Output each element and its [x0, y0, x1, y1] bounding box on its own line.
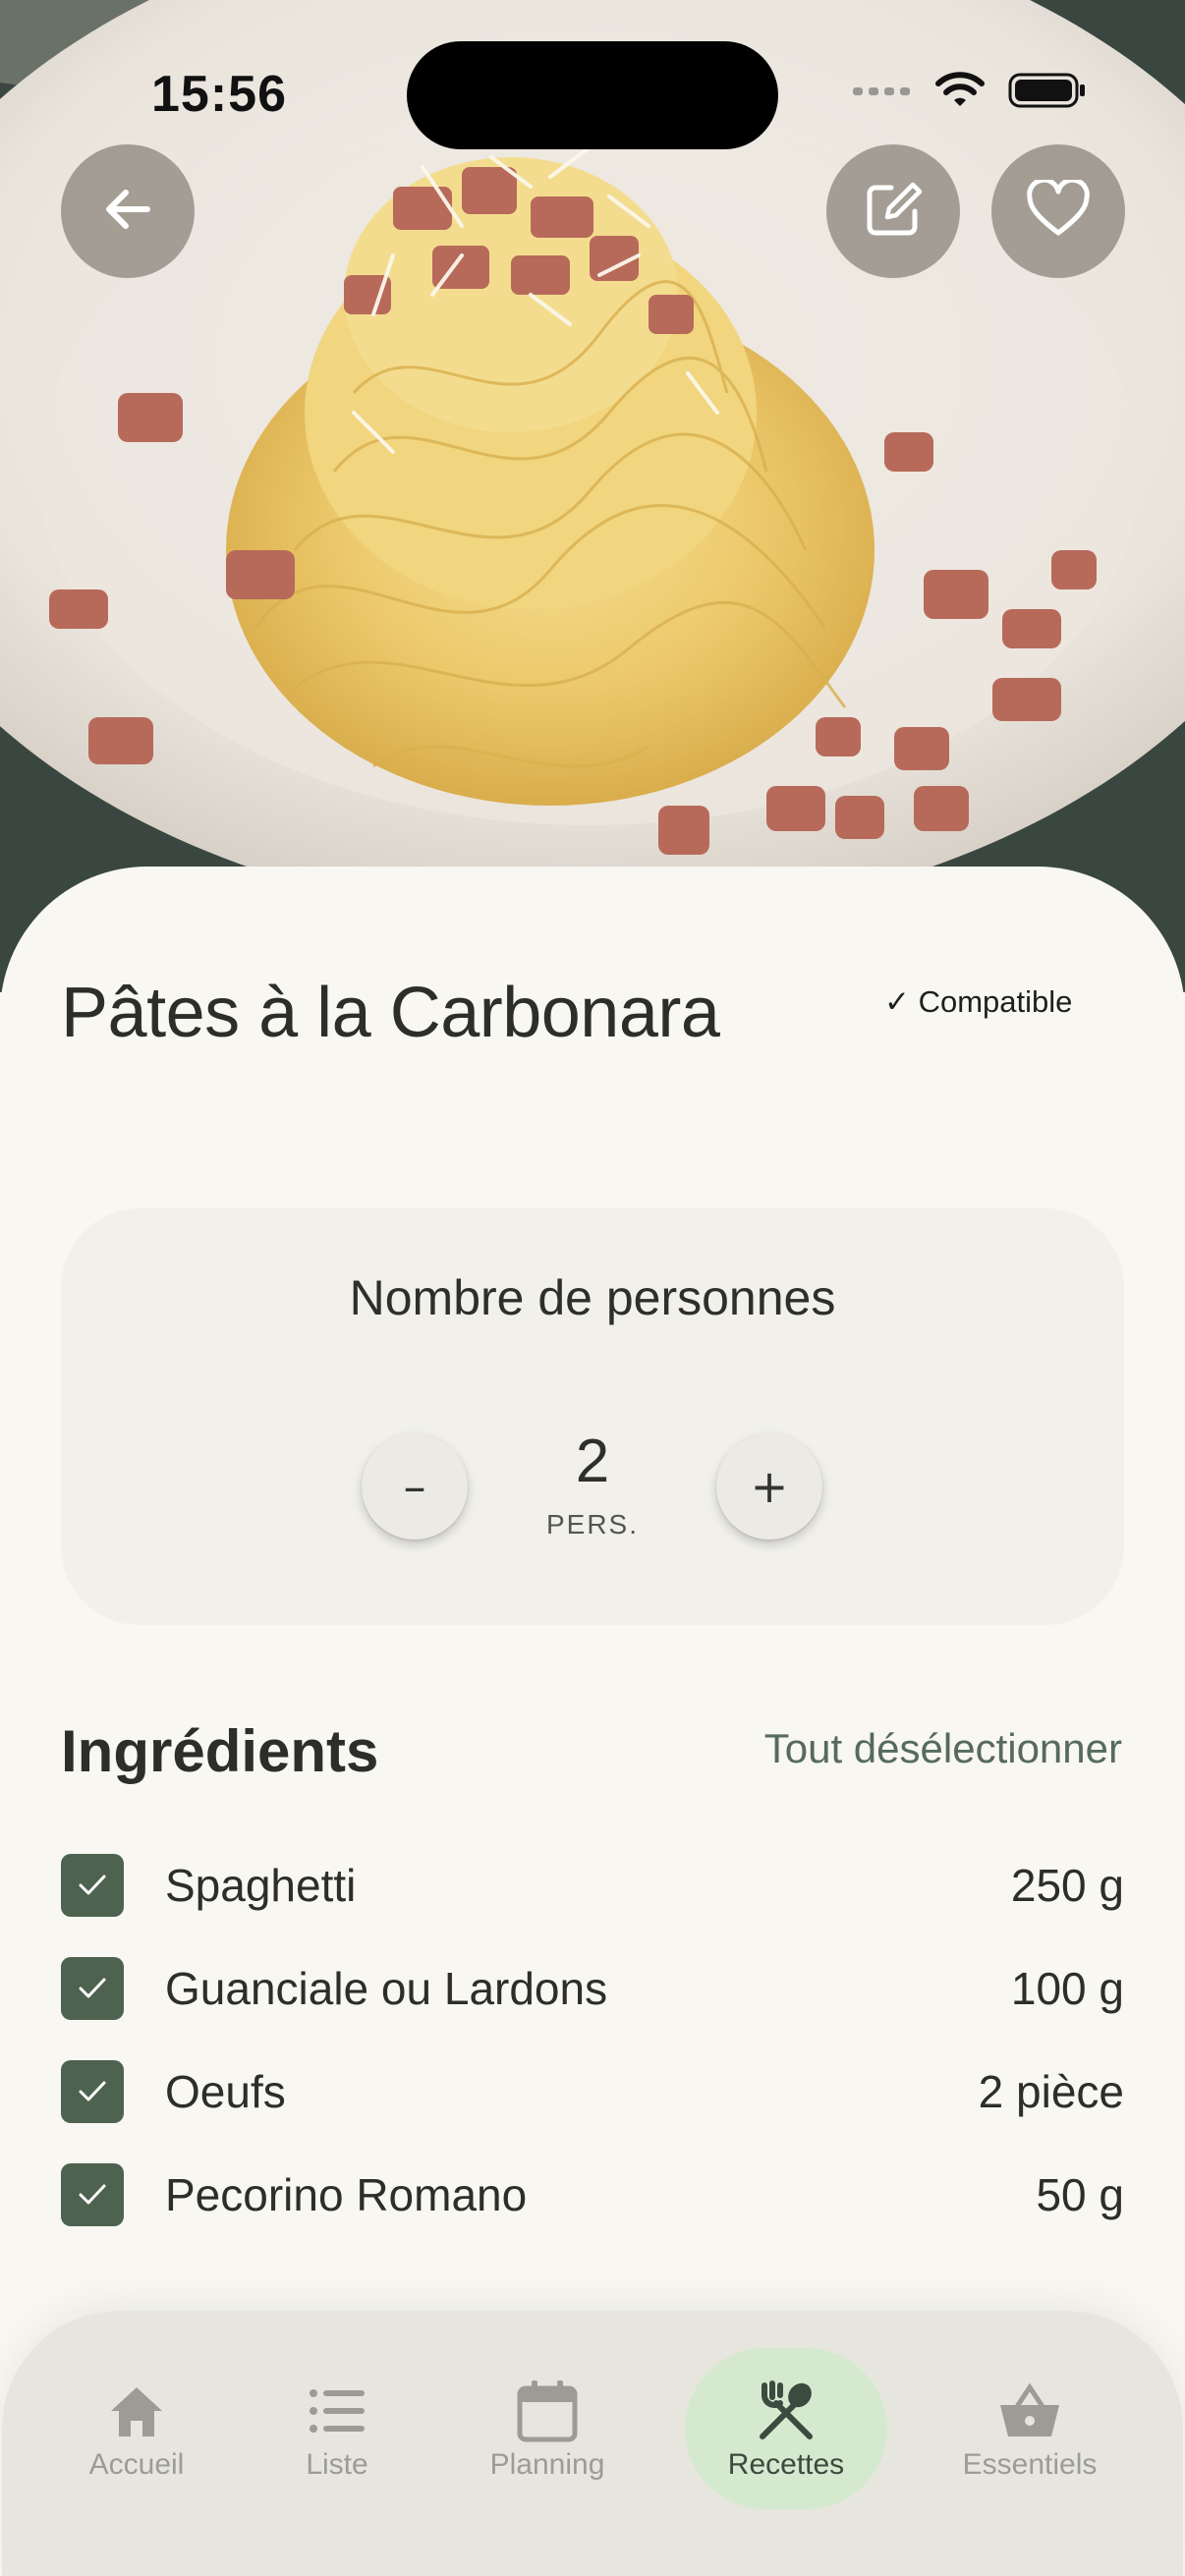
ingredient-quantity: 50 g [1036, 2168, 1124, 2220]
tab-label: Recettes [727, 2448, 845, 2481]
status-time: 15:56 [151, 66, 287, 123]
ingredient-checkbox[interactable] [61, 2059, 124, 2123]
cellular-signal-icon [853, 84, 912, 102]
checkmark-icon [79, 1875, 106, 1894]
ingredient-quantity: 250 g [1010, 1859, 1124, 1911]
edit-recipe-button[interactable] [826, 144, 960, 278]
home-icon [97, 2372, 176, 2450]
ingredient-quantity: 2 pièce [978, 2065, 1124, 2117]
ingredients-list: Spaghetti 250 g Guanciale ou Lardons 100… [61, 1833, 1124, 2246]
wifi-icon [935, 71, 985, 115]
fork-spoon-icon [747, 2372, 825, 2450]
ingredient-row[interactable]: Spaghetti 250 g [61, 1833, 1124, 1936]
ingredients-heading: Ingrédients [61, 1718, 379, 1784]
tab-label: Essentiels [962, 2448, 1098, 2481]
back-button[interactable] [61, 144, 195, 278]
basket-icon [990, 2372, 1069, 2450]
ingredient-name: Spaghetti [165, 1859, 357, 1911]
tab-accueil[interactable]: Accueil [38, 2311, 235, 2547]
tab-planning[interactable]: Planning [449, 2311, 646, 2547]
tab-recettes[interactable]: Recettes [688, 2311, 884, 2547]
calendar-icon [508, 2372, 587, 2450]
dynamic-island [407, 41, 778, 149]
status-icons [853, 71, 1087, 115]
ingredient-checkbox[interactable] [61, 1956, 124, 2020]
tab-label: Accueil [88, 2448, 185, 2481]
ingredient-row[interactable]: Pecorino Romano 50 g [61, 2143, 1124, 2246]
tab-label: Planning [489, 2448, 605, 2481]
checkmark-icon [79, 2081, 106, 2100]
deselect-all-link[interactable]: Tout désélectionner [764, 1725, 1122, 1772]
checkmark-icon [79, 1978, 106, 1997]
ingredient-name: Pecorino Romano [165, 2168, 528, 2220]
recipe-detail-screen: 15:56 Pâtes à la Carbonara ✓ Compatible … [0, 0, 1185, 2576]
ingredient-row[interactable]: Oeufs 2 pièce [61, 2040, 1124, 2143]
servings-card: Nombre de personnes – 2 PERS. + [61, 1208, 1124, 1625]
servings-title: Nombre de personnes [349, 1270, 836, 1325]
checkmark-icon [79, 2184, 106, 2204]
edit-icon [862, 178, 925, 246]
bottom-tab-bar: Accueil Liste Planning Recettes Essentie… [2, 2311, 1183, 2576]
ingredient-name: Oeufs [165, 2065, 286, 2117]
ingredient-name: Guanciale ou Lardons [165, 1962, 608, 2014]
ingredient-quantity: 100 g [1010, 1962, 1124, 2014]
tab-liste[interactable]: Liste [239, 2311, 435, 2547]
favorite-button[interactable] [991, 144, 1125, 278]
ingredient-checkbox[interactable] [61, 2162, 124, 2226]
servings-unit: PERS. [545, 1509, 640, 1540]
battery-icon [1008, 71, 1087, 115]
tab-label: Liste [306, 2448, 368, 2481]
heart-icon [1026, 177, 1091, 244]
ingredient-row[interactable]: Guanciale ou Lardons 100 g [61, 1936, 1124, 2040]
list-icon [298, 2372, 376, 2450]
ingredient-checkbox[interactable] [61, 1853, 124, 1917]
servings-count: 2 [575, 1428, 610, 1495]
increase-servings-button[interactable]: + [716, 1433, 822, 1540]
recipe-title: Pâtes à la Carbonara [61, 974, 720, 1052]
back-arrow-icon [98, 180, 157, 244]
tab-essentiels[interactable]: Essentiels [931, 2311, 1128, 2547]
compatibility-badge: ✓ Compatible [884, 984, 1073, 1019]
